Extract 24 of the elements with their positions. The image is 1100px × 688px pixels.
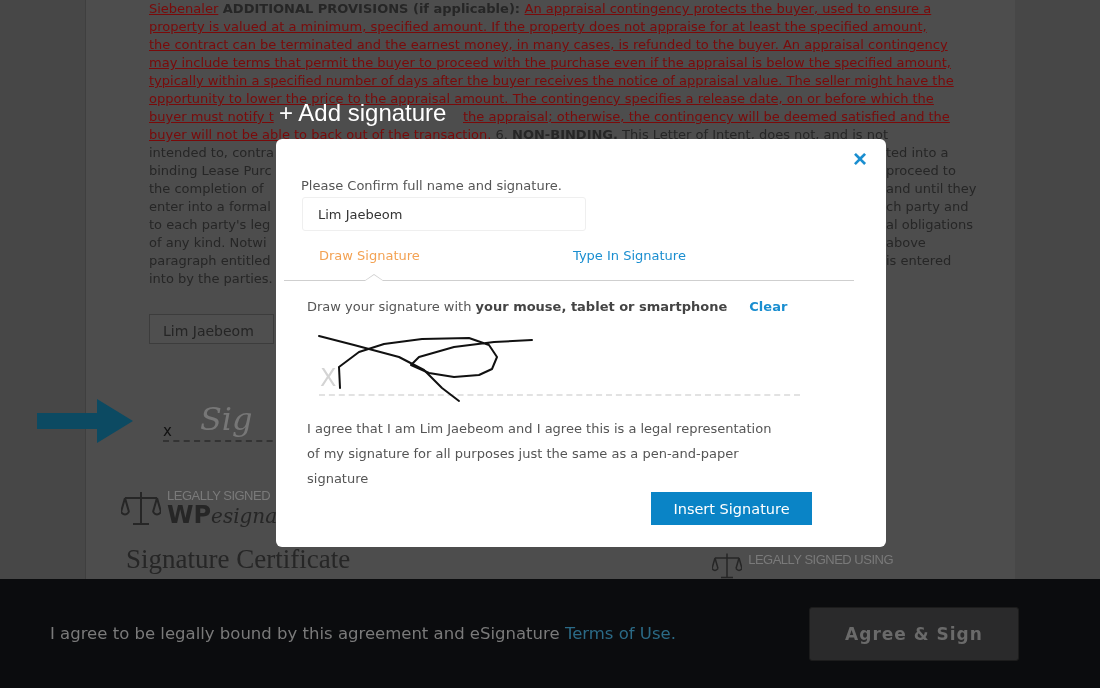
inserted-text: the contract can be terminated and the earnest money, in many cases, is refunded to the buyer. An appraisal contingency [149,37,948,52]
close-button[interactable]: × [851,147,869,171]
inserted-text: buyer must notify t [149,109,274,124]
full-name-field[interactable]: Lim Jaebeom [302,197,586,231]
scale-icon [121,490,161,526]
inserted-text: the appraisal; otherwise, the contingency will be deemed satisfied and the [463,109,950,124]
agreement-notice: I agree to be legally bound by this agreement and eSignature Terms of Use. [50,624,676,643]
agreement-text: I agree that I am Lim Jaebeom and I agree this is a legal representation of my signature for all purposes just the same as a pen-and-paper signature [307,420,773,488]
inserted-text: property is valued at a minimum, specified amount. If the property does not appraise for at least the specified amount, [149,19,927,34]
signature-tab[interactable]: Draw Signature [284,239,538,280]
scale-icon [712,552,743,579]
inserted-text: typically within a specified number of days after the buyer receives the notice of appraisal value. The seller might have the [149,73,954,88]
inserted-text: buyer will not be able to back out of the transaction. [149,127,492,142]
signature-mark: x [163,423,172,439]
arrow-icon [37,399,133,443]
inserted-text: may include terms that permit the buyer to proceed with the purchase even if the appraisal is below the specified amount, [149,55,951,70]
clear-link[interactable]: Clear [749,299,788,314]
draw-instruction: Draw your signature with your mouse, tablet or smartphone [307,299,728,314]
insert-signature-button[interactable]: Insert Signature [651,492,812,525]
inserted-text: Siebenaler [149,1,219,16]
terms-link[interactable]: Terms of Use. [564,624,676,643]
inserted-text: An appraisal contingency protects the buyer, used to ensure a [524,1,932,16]
name-prompt: Please Confirm full name and signature. [301,178,563,193]
signature-tab[interactable]: Type In Signature [538,239,792,280]
